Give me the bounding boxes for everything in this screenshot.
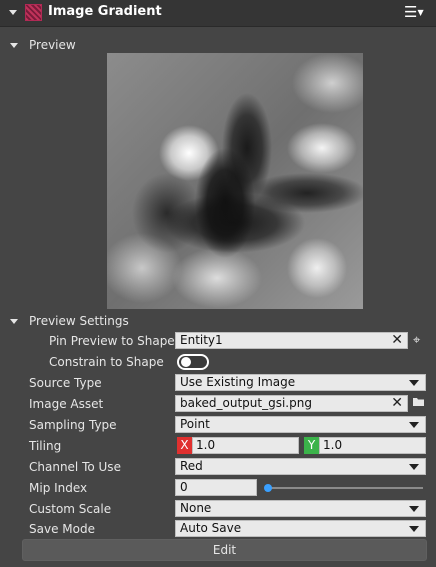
preview-section-label: Preview bbox=[29, 38, 76, 52]
target-picker-icon[interactable]: ⌖ bbox=[413, 332, 420, 349]
save-mode-row: Save Mode Auto Save bbox=[0, 520, 436, 538]
custom-scale-value: None bbox=[180, 501, 212, 515]
channel-row: Channel To Use Red bbox=[0, 458, 436, 476]
chevron-down-icon bbox=[409, 380, 419, 386]
tiling-x-input[interactable]: 1.0 bbox=[192, 437, 299, 454]
custom-scale-label: Custom Scale bbox=[29, 502, 112, 516]
component-menu-button[interactable]: ☰▼ bbox=[404, 4, 424, 23]
channel-label: Channel To Use bbox=[29, 460, 121, 474]
mip-index-slider-handle[interactable] bbox=[264, 484, 272, 492]
component-title: Image Gradient bbox=[48, 4, 162, 19]
x-axis-badge: X bbox=[177, 437, 192, 454]
tiling-y-value: 1.0 bbox=[323, 438, 343, 452]
sampling-type-row: Sampling Type Point bbox=[0, 416, 436, 434]
mip-index-input[interactable]: 0 bbox=[175, 479, 257, 496]
source-type-row: Source Type Use Existing Image bbox=[0, 374, 436, 392]
save-mode-value: Auto Save bbox=[180, 521, 242, 535]
image-asset-value: baked_output_gsi.png bbox=[180, 396, 312, 410]
source-type-value: Use Existing Image bbox=[180, 375, 296, 389]
tiling-label: Tiling bbox=[29, 439, 62, 453]
image-asset-label: Image Asset bbox=[29, 397, 104, 411]
edit-button[interactable]: Edit bbox=[22, 539, 427, 561]
chevron-down-icon bbox=[409, 422, 419, 428]
source-type-label: Source Type bbox=[29, 376, 102, 390]
tiling-x-value: 1.0 bbox=[196, 438, 216, 452]
save-mode-label: Save Mode bbox=[29, 522, 95, 536]
mip-index-row: Mip Index 0 bbox=[0, 479, 436, 497]
folder-browse-icon[interactable] bbox=[413, 395, 425, 412]
chevron-down-icon: ▼ bbox=[417, 8, 424, 17]
pin-preview-row: Pin Preview to Shape Entity1 ✕ ⌖ bbox=[0, 332, 436, 350]
image-asset-field[interactable]: baked_output_gsi.png ✕ bbox=[175, 395, 408, 412]
collapse-preview-settings-icon[interactable] bbox=[10, 319, 18, 324]
channel-select[interactable]: Red bbox=[175, 458, 426, 475]
mip-index-label: Mip Index bbox=[29, 481, 88, 495]
custom-scale-row: Custom Scale None bbox=[0, 500, 436, 518]
tiling-row: Tiling X 1.0 Y 1.0 bbox=[0, 437, 436, 455]
sampling-type-label: Sampling Type bbox=[29, 418, 117, 432]
hamburger-menu-icon: ☰ bbox=[404, 3, 418, 21]
chevron-down-icon bbox=[409, 526, 419, 532]
channel-value: Red bbox=[180, 459, 203, 473]
sampling-type-value: Point bbox=[180, 417, 210, 431]
preview-settings-label: Preview Settings bbox=[29, 314, 129, 328]
collapse-component-icon[interactable] bbox=[9, 10, 17, 15]
sampling-type-select[interactable]: Point bbox=[175, 416, 426, 433]
image-gradient-icon bbox=[25, 4, 42, 21]
chevron-down-icon bbox=[409, 464, 419, 470]
pin-preview-label: Pin Preview to Shape bbox=[49, 334, 175, 348]
chevron-down-icon bbox=[409, 506, 419, 512]
collapse-preview-icon[interactable] bbox=[10, 43, 18, 48]
image-asset-row: Image Asset baked_output_gsi.png ✕ bbox=[0, 395, 436, 413]
constrain-label: Constrain to Shape bbox=[49, 355, 164, 369]
clear-icon[interactable]: ✕ bbox=[391, 396, 403, 411]
save-mode-select[interactable]: Auto Save bbox=[175, 520, 426, 537]
mip-index-value: 0 bbox=[180, 480, 188, 494]
constrain-row: Constrain to Shape bbox=[0, 353, 436, 371]
clear-icon[interactable]: ✕ bbox=[391, 333, 403, 348]
source-type-select[interactable]: Use Existing Image bbox=[175, 374, 426, 391]
toggle-knob bbox=[181, 357, 191, 367]
custom-scale-select[interactable]: None bbox=[175, 500, 426, 517]
pin-preview-field[interactable]: Entity1 ✕ bbox=[175, 332, 408, 349]
y-axis-badge: Y bbox=[304, 437, 319, 454]
pin-preview-value: Entity1 bbox=[180, 333, 223, 347]
title-bar: Image Gradient ☰▼ bbox=[0, 0, 436, 27]
mip-index-slider-track[interactable] bbox=[268, 487, 423, 489]
constrain-toggle[interactable] bbox=[177, 354, 209, 370]
preview-settings-header[interactable]: Preview Settings bbox=[0, 313, 436, 331]
tiling-y-input[interactable]: 1.0 bbox=[319, 437, 426, 454]
gradient-preview-image bbox=[107, 53, 363, 309]
